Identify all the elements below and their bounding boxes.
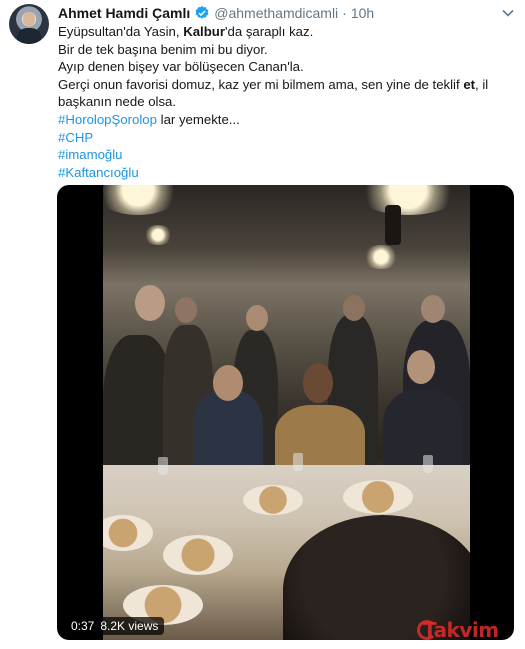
tweet-text-span: Eyüpsultan'da Yasin, (58, 24, 184, 39)
person-head (303, 363, 333, 403)
takvim-watermark: Takvim (417, 618, 499, 642)
author-handle[interactable]: @ahmethamdicamli (214, 5, 338, 21)
tweet-text-bold: Kalbur (183, 24, 225, 39)
tweet-line-3: Ayıp denen bişey var bölüşecen Canan'la. (58, 59, 304, 75)
glass (423, 455, 433, 473)
video-info-badge: 0:37 8.2K views (65, 617, 165, 635)
plate (243, 485, 303, 515)
ceiling-light (143, 225, 173, 245)
tweet-timestamp[interactable]: 10h (351, 5, 374, 21)
ceiling-light (103, 185, 183, 215)
author-name[interactable]: Ahmet Hamdi Çamlı (58, 5, 190, 21)
hashtag-link[interactable]: #HorolopŞorolop (58, 112, 157, 127)
hashtag-link[interactable]: #imamoğlu (58, 147, 123, 162)
ceiling-light (363, 245, 399, 269)
avatar-face (23, 12, 35, 26)
author-avatar[interactable] (9, 4, 49, 44)
video-frame (103, 185, 470, 640)
tweet-line-4: Gerçi onun favorisi domuz, kaz yer mi bi… (58, 76, 513, 94)
tweet-line-8: #imamoğlu (58, 146, 513, 164)
tweet-line-6: #HorolopŞorolop lar yemekte... (58, 111, 513, 129)
tweet-text-span: Gerçi onun favorisi domuz, kaz yer mi bi… (58, 76, 464, 92)
person-head (213, 365, 243, 401)
tweet: Ahmet Hamdi Çamlı @ahmethamdicamli · 10h… (0, 0, 525, 649)
video-duration: 0:37 (71, 619, 95, 633)
seated-man (193, 390, 263, 475)
tweet-text-span: 'da şaraplı kaz. (224, 24, 314, 39)
person-head (175, 297, 197, 323)
plate (343, 480, 413, 514)
video-player[interactable]: 0:37 8.2K views (57, 185, 514, 640)
person-head (407, 350, 435, 384)
hashtag-link[interactable]: #Kaftancıoğlu (58, 165, 139, 180)
verified-badge-icon (195, 6, 209, 19)
glass (293, 453, 303, 471)
pendant-lamp (385, 205, 401, 245)
avatar-suit (17, 28, 41, 44)
tweet-text-bold: et (463, 76, 476, 92)
watermark-logo-arc (417, 620, 437, 640)
tweet-text-span: , il (475, 76, 489, 92)
tweet-header: Ahmet Hamdi Çamlı @ahmethamdicamli · 10h (58, 4, 374, 22)
tweet-line-5: başkanın nede olsa. (58, 94, 177, 110)
video-views: 8.2K views (100, 619, 159, 633)
tweet-line-1: Eyüpsultan'da Yasin, Kalbur'da şaraplı k… (58, 23, 513, 41)
glass (158, 457, 168, 475)
person-head (246, 305, 268, 331)
tweet-line-9: #Kaftancıoğlu (58, 164, 513, 182)
chevron-down-icon[interactable] (501, 6, 515, 20)
tweet-text: Eyüpsultan'da Yasin, Kalbur'da şaraplı k… (58, 23, 513, 181)
ceiling-light (353, 185, 463, 215)
tweet-text-span: lar yemekte... (156, 111, 240, 127)
person-head (421, 295, 445, 323)
person-head (343, 295, 365, 321)
hashtag-link[interactable]: #CHP (58, 130, 93, 145)
tweet-line-7: #CHP (58, 129, 513, 147)
header-separator: · (342, 5, 347, 21)
tweet-line-2: Bir de tek başına benim mi bu diyor. (58, 41, 268, 57)
person-head (135, 285, 165, 321)
plate (163, 535, 233, 575)
